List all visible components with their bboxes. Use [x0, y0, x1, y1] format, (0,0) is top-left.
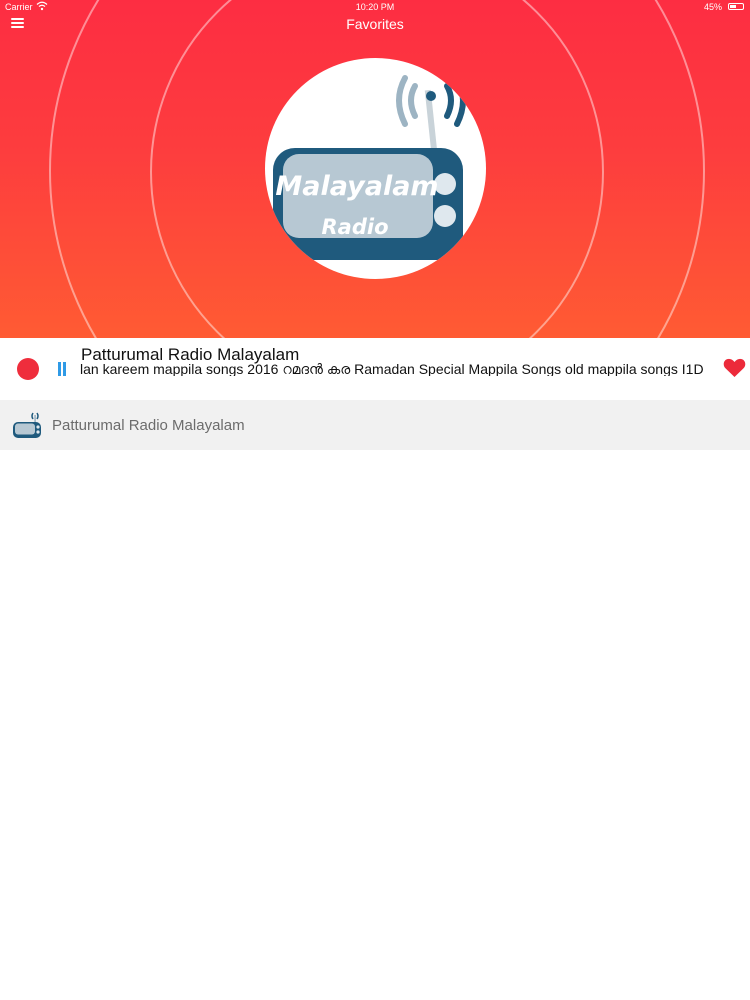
station-thumbnail-icon	[13, 412, 41, 438]
header-hero: Carrier 10:20 PM 45% Favorites Malayalam	[0, 0, 750, 338]
now-playing-station: Patturumal Radio Malayalam	[81, 345, 300, 364]
now-playing-bar: Patturumal Radio Malayalam lan kareem ma…	[0, 338, 750, 400]
favorite-station-label: Patturumal Radio Malayalam	[52, 417, 245, 434]
radio-logo-icon: Malayalam Radio	[273, 75, 466, 260]
status-bar: Carrier 10:20 PM 45%	[0, 0, 750, 14]
status-time: 10:20 PM	[355, 2, 395, 12]
favorite-list-item[interactable]: Patturumal Radio Malayalam	[0, 400, 750, 450]
now-playing-track: lan kareem mappila songs 2016 റമദൻ കര Ra…	[80, 363, 704, 376]
page-title: Favorites	[346, 16, 404, 32]
battery-percentage: 45%	[703, 2, 722, 12]
pause-button[interactable]	[56, 360, 68, 378]
logo-text-radio: Radio	[322, 215, 389, 239]
battery-icon	[728, 3, 744, 10]
station-logo: Malayalam Radio	[265, 58, 486, 279]
record-button[interactable]	[17, 358, 39, 380]
heart-icon[interactable]	[723, 358, 746, 378]
logo-text-malayalam: Malayalam	[275, 171, 438, 202]
now-playing-ticker: lan kareem mappila songs 2016 റമദൻ കര Ra…	[80, 363, 721, 376]
